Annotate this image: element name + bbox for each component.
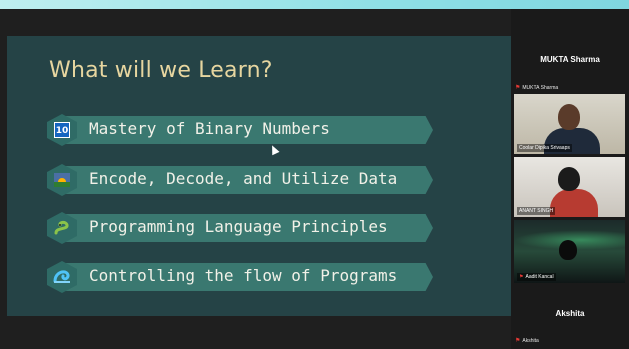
muted-mic-icon: ⚑: [515, 85, 521, 91]
host-name: MUKTA Sharma: [540, 55, 600, 64]
bottom-label-text: Akshita: [522, 338, 539, 344]
item-label: Controlling the flow of Programs: [89, 266, 398, 285]
participant-name-text: Aadit Kancal: [525, 274, 554, 280]
participant-body: [550, 189, 598, 217]
slide-item-programming: Programming Language Principles: [47, 212, 433, 244]
participant-name: ⚑ Aadit Kancal: [517, 273, 556, 281]
host-label-text: MUKTA Sharma: [522, 85, 559, 91]
muted-mic-icon: ⚑: [519, 274, 524, 280]
participant-head: [558, 167, 580, 191]
muted-mic-icon: ⚑: [515, 338, 521, 344]
participants-sidebar: MUKTA Sharma ⚑ MUKTA Sharma Coolar Dipika…: [511, 9, 629, 349]
participant-name: ANANT SINGH: [517, 207, 556, 215]
wave-glyph: [53, 270, 70, 283]
slide-item-control-flow: Controlling the flow of Programs: [47, 261, 433, 293]
participant-head: [559, 240, 577, 260]
participant-name-text: Coolar Dipika Srivaaps: [519, 145, 570, 151]
participant-video[interactable]: Coolar Dipika Srivaaps: [514, 94, 625, 154]
item-label: Mastery of Binary Numbers: [89, 119, 330, 138]
item-label: Programming Language Principles: [89, 217, 388, 236]
participant-name: Coolar Dipika Srivaaps: [517, 144, 572, 152]
host-tile-label: ⚑ MUKTA Sharma: [515, 84, 558, 91]
presentation-slide: What will we Learn? 10 Mastery of Binary…: [7, 36, 511, 316]
slide-item-encode: Encode, Decode, and Utilize Data: [47, 164, 433, 196]
item-label: Encode, Decode, and Utilize Data: [89, 169, 398, 188]
top-strip: [0, 0, 629, 9]
binary-number-badge: 10: [54, 122, 70, 138]
slide-title: What will we Learn?: [49, 58, 273, 83]
bottom-tile-label: ⚑ Akshita: [515, 337, 539, 344]
participant-video[interactable]: ANANT SINGH: [514, 157, 625, 217]
participant-name-large: Akshita: [555, 309, 585, 318]
sunrise-glyph: [54, 173, 70, 187]
participant-name-text: ANANT SINGH: [519, 208, 554, 214]
participant-video[interactable]: ⚑ Aadit Kancal: [514, 220, 625, 283]
snake-glyph: [54, 220, 69, 235]
participant-head: [558, 104, 580, 130]
slide-item-binary: 10 Mastery of Binary Numbers: [47, 114, 433, 146]
